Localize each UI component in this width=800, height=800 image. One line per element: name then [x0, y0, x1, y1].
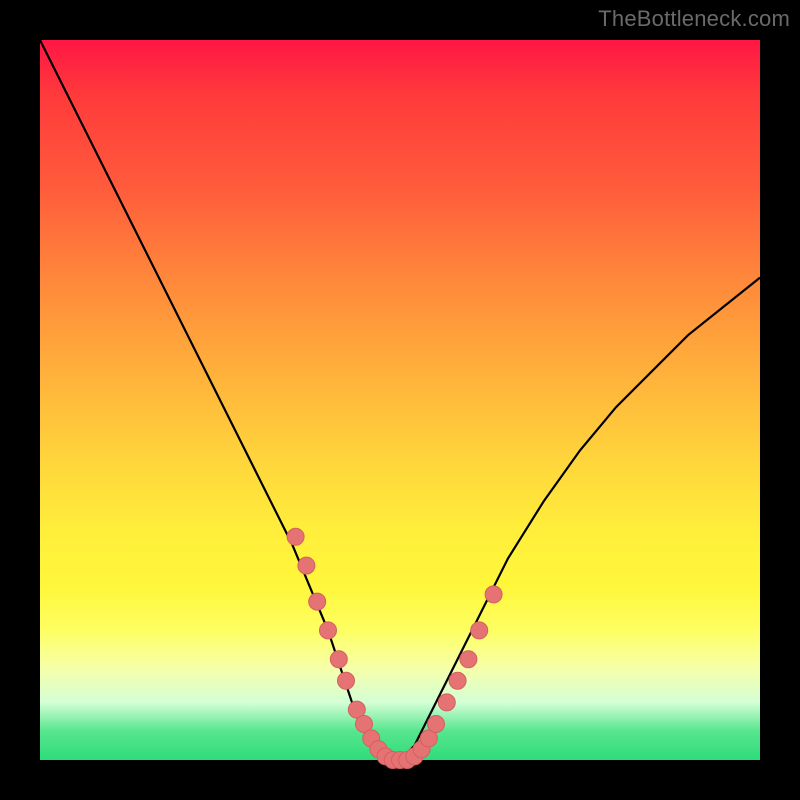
watermark-text: TheBottleneck.com: [598, 6, 790, 32]
highlight-dot: [287, 528, 304, 545]
highlight-dots-group: [287, 528, 502, 768]
highlight-dot: [309, 593, 326, 610]
highlight-dot: [338, 672, 355, 689]
highlight-dot: [485, 586, 502, 603]
highlight-dot: [428, 716, 445, 733]
highlight-dot: [320, 622, 337, 639]
chart-container: TheBottleneck.com: [0, 0, 800, 800]
highlight-dot: [449, 672, 466, 689]
plot-area: [40, 40, 760, 760]
bottleneck-curve: [40, 40, 760, 760]
highlight-dot: [471, 622, 488, 639]
highlight-dot: [298, 557, 315, 574]
plot-svg: [40, 40, 760, 760]
highlight-dot: [438, 694, 455, 711]
highlight-dot: [330, 651, 347, 668]
highlight-dot: [460, 651, 477, 668]
